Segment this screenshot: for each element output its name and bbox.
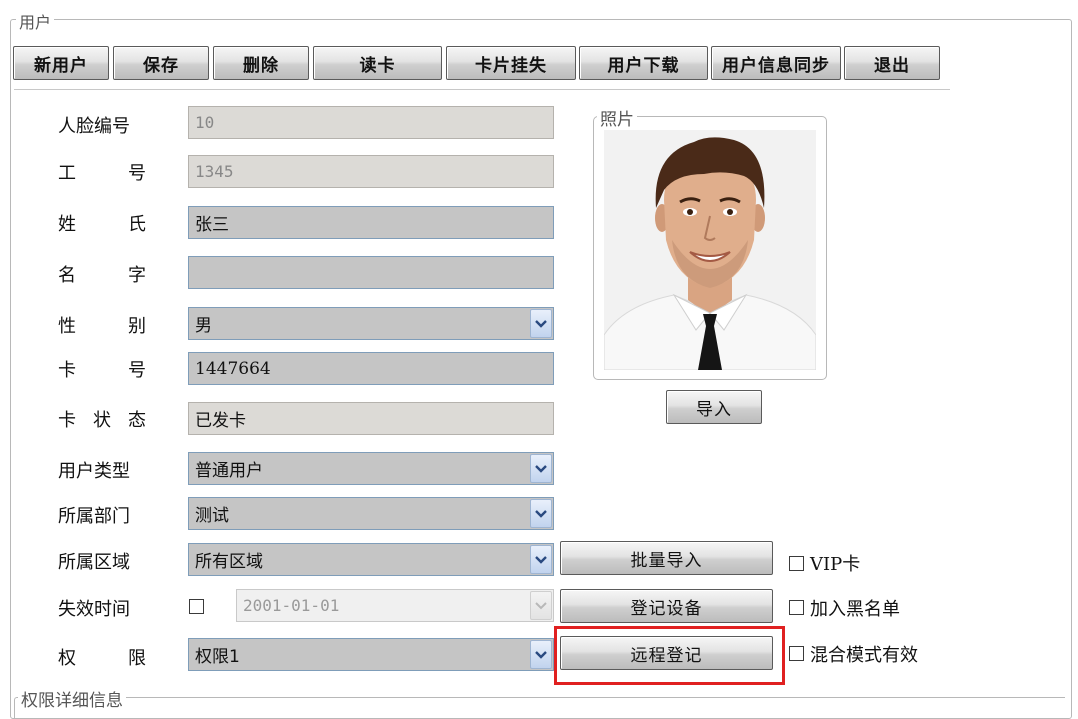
given-name-field[interactable] xyxy=(188,256,554,289)
user-type-value: 普通用户 xyxy=(195,461,263,481)
card-status-field[interactable]: 已发卡 xyxy=(188,402,554,435)
employee-no-label: 工号 xyxy=(58,157,146,187)
user-photo xyxy=(604,130,816,370)
remote-register-highlight xyxy=(554,626,785,685)
gender-dropdown-button[interactable] xyxy=(530,309,552,338)
card-status-label: 卡状态 xyxy=(58,404,146,434)
permission-label: 权限 xyxy=(58,642,146,672)
card-status-label-a: 卡 xyxy=(58,410,76,431)
area-select[interactable]: 所有区域 xyxy=(188,543,554,576)
expire-time-date-picker[interactable]: 2001-01-01 xyxy=(236,589,554,622)
toolbar-separator xyxy=(14,89,950,90)
card-no-value: 1447664 xyxy=(195,358,271,379)
face-id-value: 10 xyxy=(195,113,215,132)
card-no-label-b: 号 xyxy=(128,360,146,381)
blacklist-label: 加入黑名单 xyxy=(810,599,900,620)
surname-field[interactable]: 张三 xyxy=(188,206,554,239)
user-type-dropdown-button[interactable] xyxy=(530,454,552,483)
register-device-button[interactable]: 登记设备 xyxy=(560,589,773,623)
face-id-field[interactable]: 10 xyxy=(188,106,554,139)
employee-no-label-a: 工 xyxy=(58,163,76,184)
employee-no-label-b: 号 xyxy=(128,163,146,184)
area-value: 所有区域 xyxy=(195,552,263,572)
new-user-button[interactable]: 新用户 xyxy=(13,46,109,80)
department-value: 测试 xyxy=(195,506,229,526)
gender-label-b: 别 xyxy=(128,316,146,337)
chevron-down-icon xyxy=(535,509,547,518)
permission-label-b: 限 xyxy=(128,648,146,669)
permission-label-a: 权 xyxy=(58,648,76,669)
import-photo-button[interactable]: 导入 xyxy=(666,390,762,424)
mixed-mode-label: 混合模式有效 xyxy=(810,645,918,666)
user-type-label-text: 用户类型 xyxy=(58,461,130,482)
face-id-label: 人脸编号 xyxy=(58,110,146,140)
face-id-label-text: 人脸编号 xyxy=(58,116,130,137)
report-card-lost-button[interactable]: 卡片挂失 xyxy=(446,46,576,80)
vip-card-checkbox[interactable] xyxy=(789,556,804,571)
department-label: 所属部门 xyxy=(58,500,146,530)
given-name-label: 名字 xyxy=(58,259,146,289)
mixed-mode-checkbox[interactable] xyxy=(789,646,804,661)
chevron-down-icon xyxy=(535,555,547,564)
surname-label: 姓氏 xyxy=(58,208,146,238)
card-no-label: 卡号 xyxy=(58,354,146,384)
employee-no-value: 1345 xyxy=(195,162,234,181)
area-label-text: 所属区域 xyxy=(58,552,130,573)
vip-card-label: VIP卡 xyxy=(810,554,861,575)
department-dropdown-button[interactable] xyxy=(530,499,552,528)
given-name-label-b: 字 xyxy=(128,265,146,286)
department-label-text: 所属部门 xyxy=(58,506,130,527)
expire-time-label: 失效时间 xyxy=(58,593,146,623)
save-button[interactable]: 保存 xyxy=(113,46,209,80)
chevron-down-icon xyxy=(535,650,547,659)
employee-no-field[interactable]: 1345 xyxy=(188,155,554,188)
delete-button[interactable]: 删除 xyxy=(213,46,309,80)
gender-value: 男 xyxy=(195,316,212,336)
card-status-value: 已发卡 xyxy=(195,411,246,431)
expire-time-checkbox[interactable] xyxy=(189,599,204,614)
area-dropdown-button[interactable] xyxy=(530,545,552,574)
expire-time-value: 2001-01-01 xyxy=(243,596,340,615)
department-select[interactable]: 测试 xyxy=(188,497,554,530)
batch-import-button[interactable]: 批量导入 xyxy=(560,541,773,575)
exit-button[interactable]: 退出 xyxy=(844,46,940,80)
permission-dropdown-button[interactable] xyxy=(530,640,552,669)
read-card-button[interactable]: 读卡 xyxy=(313,46,442,80)
sync-user-info-button[interactable]: 用户信息同步 xyxy=(711,46,841,80)
permission-select[interactable]: 权限1 xyxy=(188,638,554,671)
person-portrait-icon xyxy=(604,130,816,370)
surname-value: 张三 xyxy=(195,215,229,235)
blacklist-checkbox[interactable] xyxy=(789,600,804,615)
user-type-label: 用户类型 xyxy=(58,455,146,485)
expire-time-dropdown-button[interactable] xyxy=(530,591,552,620)
permission-value: 权限1 xyxy=(195,647,240,667)
gender-select[interactable]: 男 xyxy=(188,307,554,340)
chevron-down-icon xyxy=(535,601,547,609)
gender-label: 性别 xyxy=(58,310,146,340)
expire-time-label-text: 失效时间 xyxy=(58,599,130,620)
chevron-down-icon xyxy=(535,464,547,473)
download-user-button[interactable]: 用户下载 xyxy=(579,46,708,80)
gender-label-a: 性 xyxy=(58,316,76,337)
user-type-select[interactable]: 普通用户 xyxy=(188,452,554,485)
permission-details-title: 权限详细信息 xyxy=(18,686,126,711)
card-no-field[interactable]: 1447664 xyxy=(188,352,554,385)
surname-label-a: 姓 xyxy=(58,214,76,235)
card-no-label-a: 卡 xyxy=(58,360,76,381)
photo-title: 照片 xyxy=(597,105,637,130)
card-status-label-b: 态 xyxy=(128,410,146,431)
area-label: 所属区域 xyxy=(58,546,146,576)
user-group-title: 用户 xyxy=(16,9,55,33)
permission-details-groupbox xyxy=(14,697,1065,718)
chevron-down-icon xyxy=(535,319,547,328)
card-status-label-m: 状 xyxy=(93,410,111,431)
given-name-label-a: 名 xyxy=(58,265,76,286)
surname-label-b: 氏 xyxy=(128,214,146,235)
